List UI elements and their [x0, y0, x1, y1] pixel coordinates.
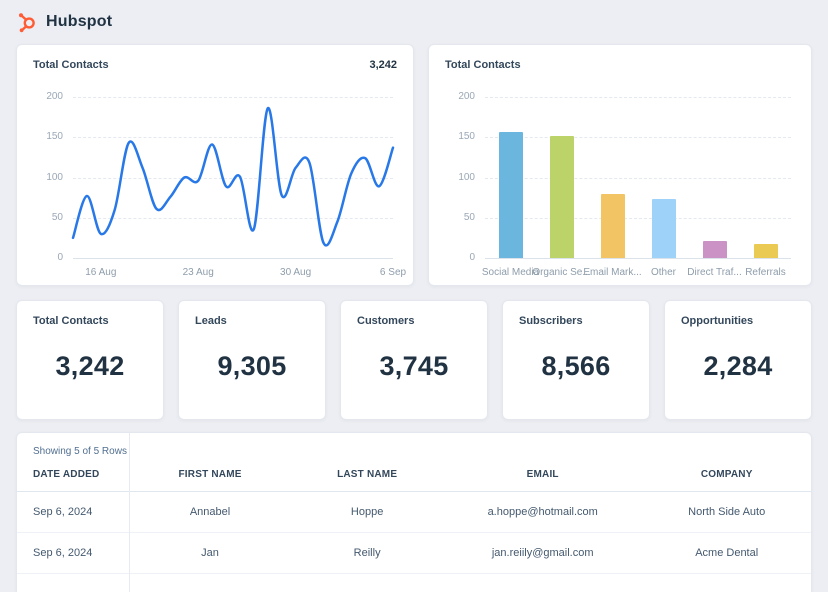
line-series: [73, 97, 393, 258]
y-axis-tick-label: 0: [469, 252, 475, 263]
column-header-first-name: FIRST NAME: [129, 459, 292, 491]
stat-card-leads: Leads 9,305: [178, 300, 326, 420]
total-contacts-line-card: Total Contacts 3,242 20015010050016 Aug2…: [16, 44, 414, 286]
stat-card-total-contacts: Total Contacts 3,242: [16, 300, 164, 420]
table-body: Sep 6, 2024AnnabelHoppea.hoppe@hotmail.c…: [17, 492, 811, 592]
gridline: [73, 258, 393, 259]
bar-chart-title: Total Contacts: [445, 59, 521, 71]
bar-other: [652, 199, 676, 258]
stat-card-value: 3,242: [33, 351, 147, 382]
x-axis-tick-label: 30 Aug: [280, 267, 311, 278]
table-cell: Sep 6, 2024: [17, 506, 129, 518]
y-axis-tick-label: 0: [57, 252, 63, 263]
y-axis-tick-label: 100: [46, 172, 63, 183]
y-axis-tick-label: 50: [464, 212, 475, 223]
charts-row: Total Contacts 3,242 20015010050016 Aug2…: [16, 44, 812, 286]
y-axis-tick-label: 100: [458, 172, 475, 183]
table-cell: Hoppe: [291, 506, 443, 518]
column-header-company: COMPANY: [642, 459, 811, 491]
contacts-by-source-bar-card: Total Contacts 200150100500Social MediaO…: [428, 44, 812, 286]
bar-referrals: [754, 244, 778, 258]
y-axis-tick-label: 150: [46, 131, 63, 142]
gridline: [485, 258, 791, 259]
column-header-date-added: DATE ADDED: [17, 459, 129, 491]
table-row: Sep 6, 2024JanReillyjan.reiily@gmail.com…: [17, 533, 811, 574]
table-cell: North Side Auto: [642, 506, 811, 518]
table-cell: Sep 6, 2024: [17, 547, 129, 559]
stat-card-label: Subscribers: [519, 315, 633, 327]
stat-card-opportunities: Opportunities 2,284: [664, 300, 812, 420]
bar-column: [638, 97, 689, 258]
stat-card-customers: Customers 3,745: [340, 300, 488, 420]
table-cell: a.hoppe@hotmail.com: [443, 506, 642, 518]
stat-card-value: 8,566: [519, 351, 633, 382]
bar-column: [740, 97, 791, 258]
app-header: Hubspot: [0, 0, 828, 44]
bar-column: [689, 97, 740, 258]
bar-organic-se: [550, 136, 574, 258]
line-chart-title: Total Contacts: [33, 59, 109, 71]
table-cell: Reilly: [291, 547, 443, 559]
contacts-table-card: Showing 5 of 5 Rows DATE ADDEDFIRST NAME…: [16, 432, 812, 592]
hubspot-logo-icon: [17, 12, 38, 33]
bar-category-label: Social Media: [482, 267, 539, 278]
y-axis-tick-label: 150: [458, 131, 475, 142]
bar-email-mark: [601, 194, 625, 258]
stat-card-label: Leads: [195, 315, 309, 327]
bar-category-label: Referrals: [745, 267, 786, 278]
table-row-count: Showing 5 of 5 Rows: [17, 433, 811, 459]
table-row: Sep 6, 2024AnnabelHoppea.hoppe@hotmail.c…: [17, 492, 811, 533]
bar-category-label: Email Mark...: [583, 267, 641, 278]
stat-card-label: Opportunities: [681, 315, 795, 327]
bar-chart-plot: 200150100500Social MediaOrganic Se...Ema…: [485, 97, 791, 258]
bar-category-label: Direct Traf...: [687, 267, 741, 278]
stat-card-subscribers: Subscribers 8,566: [502, 300, 650, 420]
bar-category-label: Other: [651, 267, 676, 278]
bar-column: [587, 97, 638, 258]
app-title: Hubspot: [46, 13, 112, 31]
column-header-email: EMAIL: [443, 459, 642, 491]
bar-column: [536, 97, 587, 258]
table-header-row: DATE ADDEDFIRST NAMELAST NAMEEMAILCOMPAN…: [17, 459, 811, 492]
stat-card-value: 2,284: [681, 351, 795, 382]
line-chart-total-value: 3,242: [369, 59, 397, 71]
line-chart-plot: 20015010050016 Aug23 Aug30 Aug6 Sep: [73, 97, 393, 258]
x-axis-tick-label: 6 Sep: [380, 267, 406, 278]
hubspot-dashboard: Hubspot Total Contacts 3,242 20015010050…: [0, 0, 828, 592]
x-axis-tick-label: 16 Aug: [85, 267, 116, 278]
column-header-last-name: LAST NAME: [291, 459, 443, 491]
table-row-partial: [17, 574, 811, 592]
bar-series: [485, 97, 791, 258]
table-cell: Jan: [129, 547, 292, 559]
table-column-divider: [129, 433, 130, 592]
stat-card-value: 3,745: [357, 351, 471, 382]
table-cell: Acme Dental: [642, 547, 811, 559]
x-axis-tick-label: 23 Aug: [183, 267, 214, 278]
stat-card-label: Total Contacts: [33, 315, 147, 327]
table-cell: Annabel: [129, 506, 292, 518]
table-cell: jan.reiily@gmail.com: [443, 547, 642, 559]
stat-card-label: Customers: [357, 315, 471, 327]
bar-direct-traf: [703, 241, 727, 258]
y-axis-tick-label: 200: [458, 91, 475, 102]
y-axis-tick-label: 50: [52, 212, 63, 223]
bar-column: [485, 97, 536, 258]
bar-category-label: Organic Se...: [532, 267, 590, 278]
stat-card-value: 9,305: [195, 351, 309, 382]
y-axis-tick-label: 200: [46, 91, 63, 102]
bar-social-media: [499, 132, 523, 258]
stats-row: Total Contacts 3,242 Leads 9,305 Customers 3,…: [16, 300, 812, 420]
